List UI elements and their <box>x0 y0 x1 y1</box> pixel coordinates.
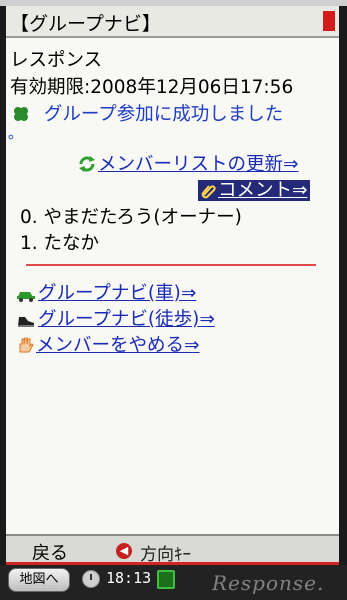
page-title: 【グループナビ】 <box>10 13 161 35</box>
clock-icon <box>82 570 100 588</box>
nav-car-link[interactable]: グループナビ(車)⇒ <box>16 279 196 307</box>
clock-time: 18:13 <box>106 569 152 587</box>
softkey-bar: 戻る ◀ 方向ｷｰ <box>6 534 339 565</box>
divider <box>26 264 316 266</box>
quit-membership-label: メンバーをやめる⇒ <box>36 335 200 356</box>
comment-link[interactable]: コメント⇒ <box>198 176 310 204</box>
group-name: レスポンス <box>10 50 103 71</box>
title-bar: 【グループナビ】 <box>6 6 339 38</box>
car-icon <box>16 286 36 307</box>
map-button[interactable]: 地図へ <box>8 568 70 592</box>
success-message: グループ参加に成功しました <box>12 100 283 128</box>
refresh-members-label: メンバーリストの更新⇒ <box>98 154 299 175</box>
nav-walk-link[interactable]: グループナビ(徒歩)⇒ <box>16 305 215 333</box>
refresh-icon <box>78 155 96 178</box>
shoe-icon <box>16 312 36 333</box>
refresh-members-link[interactable]: メンバーリストの更新⇒ <box>78 150 299 178</box>
status-marker: 。 <box>8 124 24 142</box>
battery-icon <box>157 570 175 589</box>
status-bar: 地図へ 18:13 Response. <box>0 565 347 600</box>
watermark: Response. <box>212 571 325 595</box>
direction-key-icon: ◀ <box>116 543 132 559</box>
phone-screen: 【グループナビ】 レスポンス 有効期限:2008年12月06日17:56 グルー… <box>6 6 339 534</box>
quit-membership-link[interactable]: メンバーをやめる⇒ <box>16 331 200 359</box>
expiry-date: 有効期限:2008年12月06日17:56 <box>10 77 294 98</box>
list-item[interactable]: 1. たなか <box>20 229 99 255</box>
paperclip-icon <box>200 183 216 204</box>
list-item[interactable]: 0. やまだたろう(オーナー) <box>20 203 242 229</box>
nav-car-label: グループナビ(車)⇒ <box>38 283 197 304</box>
nav-walk-label: グループナビ(徒歩)⇒ <box>38 309 215 330</box>
scroll-indicator <box>323 11 335 31</box>
comment-label: コメント⇒ <box>218 180 308 201</box>
success-text: グループ参加に成功しました <box>43 104 284 125</box>
hand-icon <box>16 336 34 359</box>
